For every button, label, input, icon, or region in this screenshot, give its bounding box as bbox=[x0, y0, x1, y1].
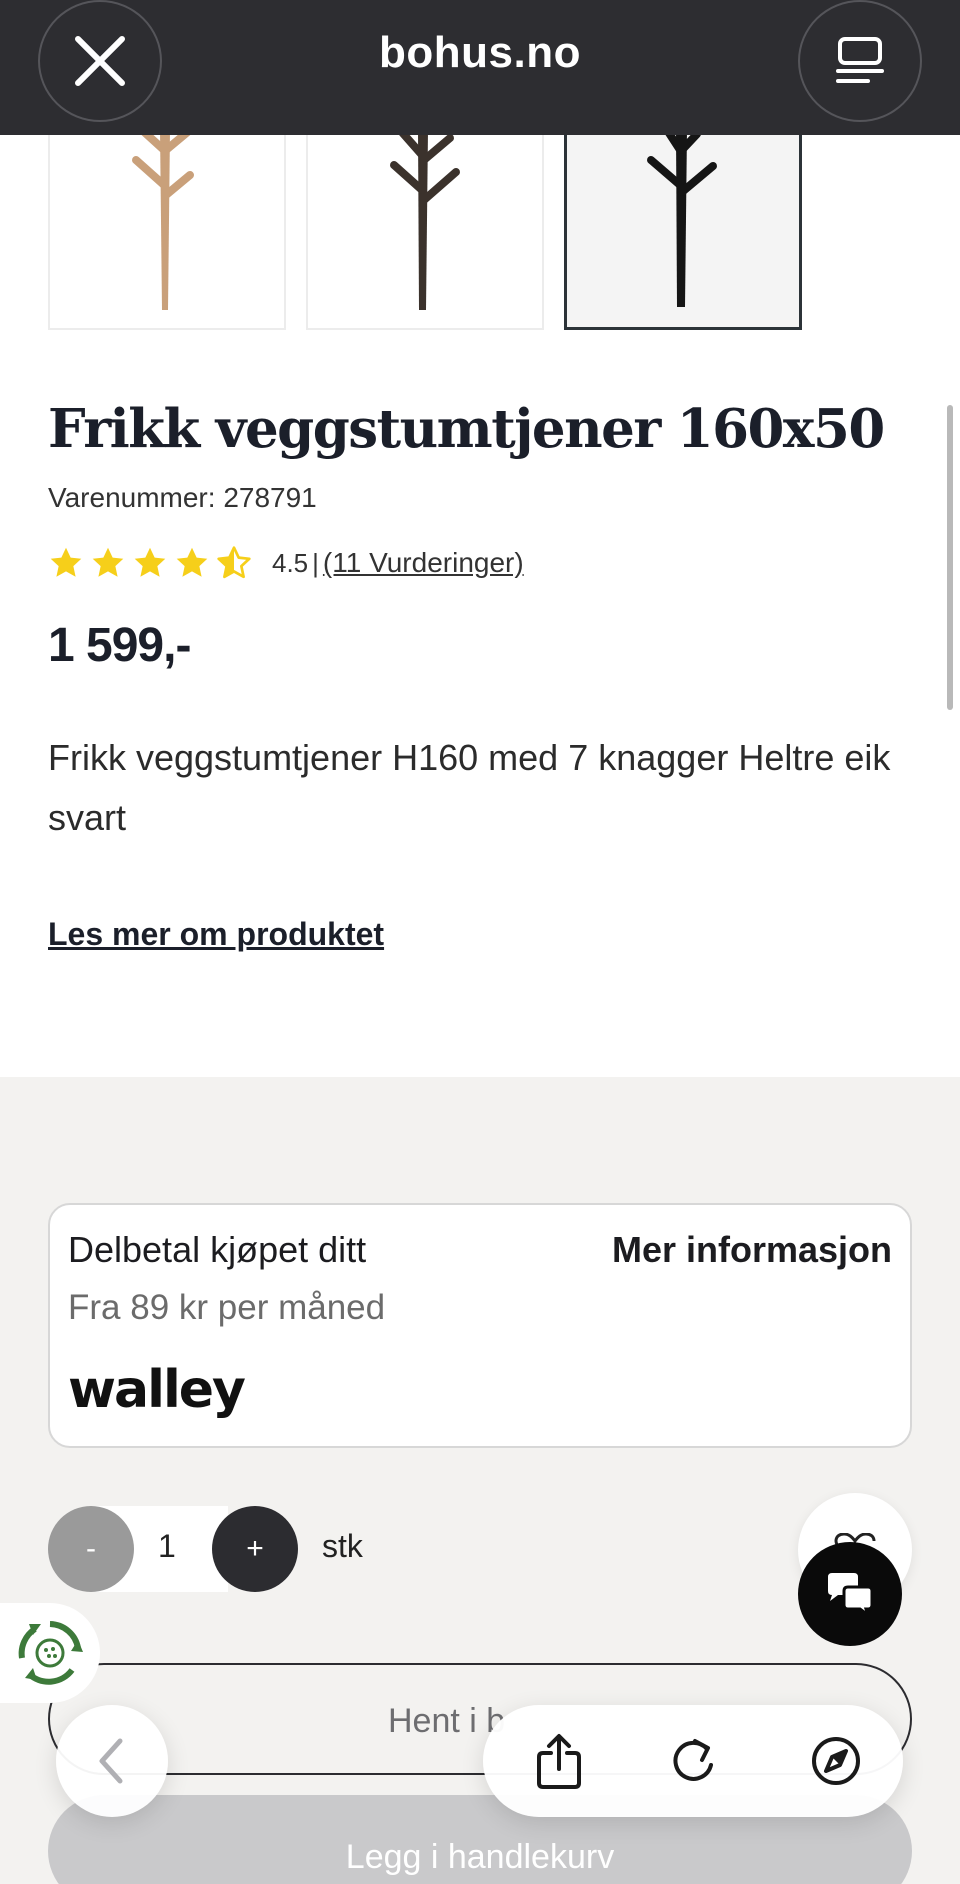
product-thumbnails bbox=[48, 130, 808, 330]
chevron-left-icon bbox=[99, 1738, 123, 1784]
tabs-button[interactable] bbox=[798, 0, 922, 122]
coat-tree-image bbox=[132, 130, 194, 310]
coat-tree-image bbox=[390, 130, 460, 310]
star-icon bbox=[176, 547, 208, 577]
rating-stars bbox=[48, 545, 252, 581]
thumbnail-dark-brown[interactable] bbox=[306, 130, 544, 330]
pickup-in-store-label: Hent i b bbox=[388, 1702, 506, 1740]
rating-value: 4.5 bbox=[272, 547, 309, 578]
quantity-stepper: - 1 + bbox=[48, 1506, 298, 1592]
installment-card[interactable]: Delbetal kjøpet ditt Mer informasjon Fra… bbox=[48, 1203, 912, 1448]
decrease-quantity-button[interactable]: - bbox=[48, 1506, 134, 1592]
add-to-cart-label: Legg i handlekurv bbox=[345, 1838, 615, 1876]
reload-button[interactable] bbox=[663, 1731, 723, 1791]
product-rating: 4.5 | (11 Vurderinger) bbox=[48, 543, 524, 583]
share-icon bbox=[537, 1734, 581, 1789]
read-more-link[interactable]: Les mer om produktet bbox=[48, 916, 384, 953]
tabs-icon bbox=[836, 37, 884, 83]
browser-actions-bar bbox=[483, 1705, 903, 1817]
product-description: Frikk veggstumtjener H160 med 7 knagger … bbox=[48, 737, 891, 838]
star-icon bbox=[92, 547, 124, 577]
quantity-unit: stk bbox=[322, 1528, 363, 1564]
thumbnail-black-selected[interactable] bbox=[564, 130, 802, 330]
quantity-value[interactable]: 1 bbox=[158, 1528, 176, 1565]
more-info-link[interactable]: Mer informasjon bbox=[612, 1229, 892, 1271]
product-title: Frikk veggstumtjener 160x50 bbox=[48, 398, 885, 460]
compass-icon bbox=[812, 1737, 860, 1785]
share-button[interactable] bbox=[529, 1731, 589, 1791]
installment-title: Delbetal kjøpet ditt bbox=[68, 1229, 367, 1270]
chat-button[interactable] bbox=[798, 1542, 902, 1646]
browser-top-bar: bohus.no bbox=[0, 0, 960, 135]
recycle-icon bbox=[18, 1621, 83, 1685]
coat-tree-image bbox=[647, 130, 717, 307]
reload-icon bbox=[673, 1739, 713, 1781]
compass-button[interactable] bbox=[806, 1731, 866, 1791]
star-icon bbox=[50, 547, 82, 577]
reviews-link[interactable]: (11 Vurderinger) bbox=[323, 547, 524, 579]
increase-quantity-button[interactable]: + bbox=[212, 1506, 298, 1592]
product-sku: Varenummer: 278791 bbox=[48, 482, 317, 513]
installment-subtitle: Fra 89 kr per måned bbox=[68, 1288, 386, 1327]
product-price: 1 599,- bbox=[48, 619, 191, 672]
star-icon bbox=[134, 547, 166, 577]
half-star-icon bbox=[217, 546, 251, 579]
page-scrollbar[interactable] bbox=[947, 405, 953, 710]
back-button[interactable] bbox=[56, 1705, 168, 1817]
walley-logo: walley bbox=[68, 1360, 246, 1420]
recycle-badge[interactable] bbox=[0, 1603, 100, 1703]
thumbnail-oak[interactable] bbox=[48, 130, 286, 330]
chat-icon bbox=[828, 1573, 874, 1617]
rating-separator: | bbox=[312, 547, 319, 578]
